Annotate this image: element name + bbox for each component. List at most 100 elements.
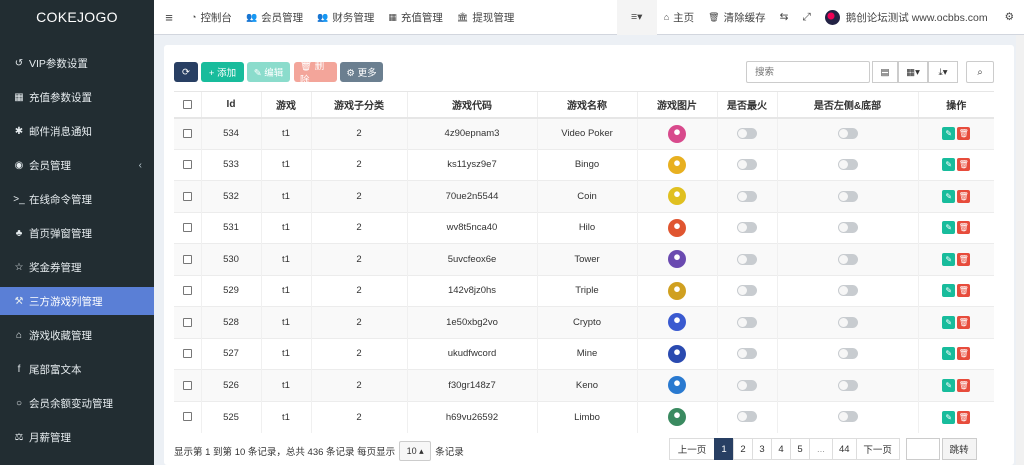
row-edit-button[interactable]: ✎: [942, 127, 956, 140]
settings-button[interactable]: ⚙: [995, 0, 1024, 35]
sidebar-item[interactable]: f 尾部富文本: [0, 355, 154, 383]
table-row[interactable]: 531 t1 2 wv8t5nca40 Hilo ✎ 🗑: [174, 211, 994, 244]
table-row[interactable]: 528 t1 2 1e50xbg2vo Crypto ✎ 🗑: [174, 306, 994, 338]
row-delete-button[interactable]: 🗑: [957, 315, 971, 329]
game-thumbnail[interactable]: [668, 250, 686, 269]
row-checkbox[interactable]: [182, 412, 192, 422]
hot-toggle[interactable]: [737, 379, 757, 391]
search-input[interactable]: [746, 61, 870, 83]
row-checkbox[interactable]: [182, 286, 192, 296]
hot-toggle[interactable]: [737, 348, 757, 360]
page-number-button[interactable]: 5: [790, 438, 810, 460]
left-bottom-toggle[interactable]: [837, 316, 858, 328]
sidebar-item[interactable]: ↺ VIP参数设置: [0, 49, 154, 77]
row-checkbox[interactable]: [182, 191, 192, 201]
row-edit-button[interactable]: ✎: [942, 410, 956, 424]
add-button[interactable]: + 添加: [201, 62, 244, 82]
game-thumbnail[interactable]: [668, 124, 686, 143]
hot-toggle[interactable]: [737, 222, 757, 234]
sidebar-item[interactable]: ☆ 奖金券管理: [0, 253, 154, 281]
game-thumbnail[interactable]: [668, 408, 686, 426]
hot-toggle[interactable]: [737, 190, 757, 202]
sidebar-item[interactable]: >_ 在线命令管理: [0, 185, 154, 213]
sidebar-toggle-button[interactable]: ≡: [154, 0, 184, 35]
row-delete-button[interactable]: 🗑: [957, 127, 971, 140]
col-header-hot[interactable]: 是否最火: [716, 91, 777, 119]
col-header-id[interactable]: Id: [200, 91, 261, 119]
row-edit-button[interactable]: ✎: [942, 315, 956, 329]
next-page-button[interactable]: 下一页: [855, 438, 900, 460]
left-bottom-toggle[interactable]: [837, 348, 858, 360]
left-bottom-toggle[interactable]: [837, 190, 858, 202]
export-dropdown[interactable]: ⤓▾: [928, 61, 958, 83]
row-checkbox[interactable]: [182, 128, 192, 138]
table-row[interactable]: 525 t1 2 h69vu26592 Limbo ✎ 🗑: [174, 400, 994, 433]
row-checkbox[interactable]: [182, 349, 192, 359]
row-checkbox[interactable]: [182, 160, 192, 170]
translate-button[interactable]: ⇆: [773, 0, 796, 35]
hot-toggle[interactable]: [737, 127, 757, 139]
advanced-search-button[interactable]: ⌕: [966, 61, 994, 83]
col-header-subcategory[interactable]: 游戏子分类: [310, 91, 407, 119]
row-edit-button[interactable]: ✎: [942, 378, 956, 392]
table-row[interactable]: 526 t1 2 f30gr148z7 Keno ✎ 🗑: [174, 369, 994, 401]
table-row[interactable]: 527 t1 2 ukudfwcord Mine ✎ 🗑: [174, 337, 994, 370]
left-bottom-toggle[interactable]: [837, 411, 858, 423]
sidebar-item[interactable]: ○ 会员余额变动管理: [0, 389, 154, 417]
nav-link[interactable]: 👥 财务管理: [310, 0, 381, 35]
left-bottom-toggle[interactable]: [837, 285, 858, 297]
nav-home-link[interactable]: ⌂ 主页: [657, 0, 701, 35]
row-edit-button[interactable]: ✎: [942, 284, 956, 298]
prev-page-button[interactable]: 上一页: [669, 438, 715, 460]
row-delete-button[interactable]: 🗑: [957, 221, 971, 235]
sidebar-item[interactable]: ⌂ 游戏收藏管理: [0, 321, 154, 349]
sidebar-item[interactable]: ✱ 邮件消息通知: [0, 117, 154, 145]
more-button[interactable]: ⚙ 更多: [340, 62, 383, 82]
row-delete-button[interactable]: 🗑: [957, 284, 971, 298]
left-bottom-toggle[interactable]: [837, 379, 858, 391]
hot-toggle[interactable]: [737, 316, 757, 328]
brand-logo[interactable]: COKEJOGO: [0, 0, 154, 35]
game-thumbnail[interactable]: [668, 376, 686, 395]
row-checkbox[interactable]: [182, 254, 192, 264]
refresh-button[interactable]: ⟳: [174, 62, 198, 82]
columns-dropdown[interactable]: ▦▾: [898, 61, 928, 83]
scrollbar[interactable]: [1016, 35, 1024, 465]
row-delete-button[interactable]: 🗑: [957, 410, 971, 424]
delete-button[interactable]: 🗑 删除: [294, 61, 337, 86]
jump-button[interactable]: 跳转: [941, 438, 977, 460]
left-bottom-toggle[interactable]: [837, 127, 858, 139]
row-checkbox[interactable]: [182, 380, 192, 390]
sidebar-item[interactable]: ⚒ 三方游戏列管理: [0, 287, 154, 315]
col-header-left-bottom[interactable]: 是否左侧&底部: [776, 91, 918, 119]
row-edit-button[interactable]: ✎: [942, 221, 956, 235]
table-row[interactable]: 533 t1 2 ks11ysz9e7 Bingo ✎ 🗑: [174, 148, 994, 181]
hot-toggle[interactable]: [737, 411, 757, 423]
edit-button[interactable]: ✎ 编辑: [247, 62, 290, 82]
row-delete-button[interactable]: 🗑: [957, 252, 971, 266]
row-checkbox[interactable]: [182, 223, 192, 233]
col-header-image[interactable]: 游戏图片: [636, 91, 717, 119]
nav-link[interactable]: ▦ 充值管理: [381, 0, 450, 35]
game-thumbnail[interactable]: [668, 313, 686, 332]
row-edit-button[interactable]: ✎: [942, 252, 956, 266]
left-bottom-toggle[interactable]: [837, 222, 858, 234]
game-thumbnail[interactable]: [668, 187, 686, 206]
row-delete-button[interactable]: 🗑: [957, 378, 971, 392]
game-thumbnail[interactable]: [668, 218, 686, 237]
fullscreen-button[interactable]: ⤢: [795, 0, 817, 35]
hot-toggle[interactable]: [737, 285, 757, 297]
col-header-code[interactable]: 游戏代码: [406, 91, 537, 119]
nav-clear-cache-button[interactable]: 🗑 清除缓存: [701, 0, 772, 35]
page-number-button[interactable]: 3: [752, 438, 772, 460]
table-row[interactable]: 534 t1 2 4z90epnam3 Video Poker ✎ 🗑: [174, 117, 994, 149]
col-header-game[interactable]: 游戏: [260, 91, 311, 119]
toggle-view-button[interactable]: ▤: [872, 61, 898, 83]
row-delete-button[interactable]: 🗑: [957, 347, 971, 361]
game-thumbnail[interactable]: [668, 344, 686, 363]
row-edit-button[interactable]: ✎: [942, 347, 956, 361]
table-row[interactable]: 529 t1 2 142v8jz0hs Triple ✎ 🗑: [174, 274, 994, 307]
row-delete-button[interactable]: 🗑: [957, 158, 971, 172]
hot-toggle[interactable]: [737, 159, 757, 171]
table-row[interactable]: 530 t1 2 5uvcfeox6e Tower ✎ 🗑: [174, 243, 994, 275]
